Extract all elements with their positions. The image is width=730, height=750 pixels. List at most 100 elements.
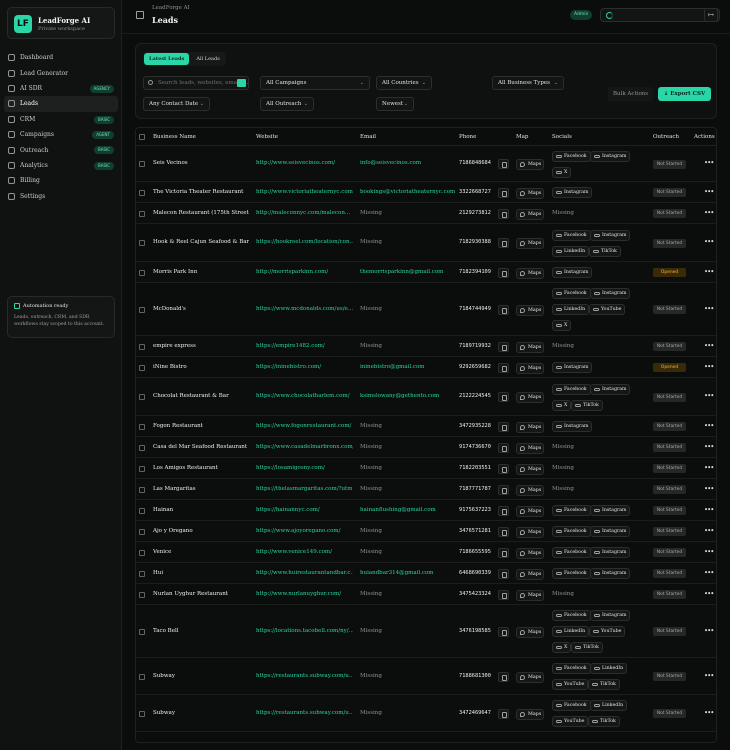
maps-button[interactable]: Maps: [516, 159, 544, 170]
table-row[interactable]: iNine Bistro https://ininebistro.com/inin…: [136, 357, 716, 378]
table-row[interactable]: empire express https://empire1482.com/Mis…: [136, 336, 716, 357]
social-chip-instagram[interactable]: Instagram: [590, 383, 631, 395]
more-actions-icon[interactable]: •••: [704, 506, 714, 514]
copy-phone-icon[interactable]: [498, 421, 509, 432]
social-chip-instagram[interactable]: Instagram: [552, 267, 593, 278]
copy-phone-icon[interactable]: [498, 362, 509, 373]
social-chip-x[interactable]: X: [552, 642, 572, 653]
website-link[interactable]: http://www.huirestaurantandbar.c...: [256, 570, 353, 576]
maps-button[interactable]: Maps: [516, 568, 544, 580]
row-checkbox[interactable]: [139, 306, 145, 313]
social-chip-youtube[interactable]: YouTube: [589, 626, 626, 637]
table-row[interactable]: Subway https://restaurants.subway.com/u..…: [136, 695, 716, 732]
copy-phone-icon[interactable]: [498, 238, 509, 248]
copy-phone-icon[interactable]: [498, 208, 509, 219]
copy-phone-icon[interactable]: [498, 267, 509, 278]
sidebar-item-leads[interactable]: Leads: [4, 96, 118, 112]
social-chip-facebook[interactable]: Facebook: [552, 700, 591, 711]
col-outreach[interactable]: Outreach: [653, 134, 679, 140]
maps-button[interactable]: Maps: [516, 362, 544, 374]
sidebar-item-settings[interactable]: Settings: [4, 189, 118, 204]
website-link[interactable]: https://hookreel.com/location/con...: [256, 239, 353, 245]
maps-button[interactable]: Maps: [516, 304, 544, 316]
sidebar-item-ai-sdr[interactable]: AI SDR AGENCY: [4, 81, 118, 96]
social-chip-linkedin[interactable]: LinkedIn: [552, 304, 590, 315]
table-row[interactable]: Venice http://www.venice149.com/Missing 71…: [136, 542, 716, 563]
search-input[interactable]: Search leads, websites, emails...: [143, 76, 249, 90]
country-select[interactable]: All Countries ⌄: [376, 76, 432, 90]
more-actions-icon[interactable]: •••: [704, 590, 714, 598]
social-chip-facebook[interactable]: Facebook: [552, 547, 591, 558]
more-actions-icon[interactable]: •••: [704, 627, 714, 635]
website-link[interactable]: http://www.victoriatheaternyc.com/: [256, 189, 353, 195]
row-checkbox[interactable]: [139, 343, 145, 350]
social-chip-facebook[interactable]: Facebook: [552, 526, 591, 537]
maps-button[interactable]: Maps: [516, 463, 544, 475]
sidebar-item-crm[interactable]: CRM BASIC: [4, 112, 118, 127]
more-actions-icon[interactable]: •••: [704, 443, 714, 451]
workspace-card[interactable]: LF LeadForge AI Private workspace: [7, 7, 115, 39]
table-row[interactable]: Casa del Mar Seafood Restaurant https://w…: [136, 437, 716, 458]
table-row[interactable]: Ajo y Oregano https://www.ajoyoregano.com…: [136, 521, 716, 542]
website-link[interactable]: https://empire1482.com/: [256, 343, 353, 349]
social-chip-youtube[interactable]: YouTube: [589, 304, 626, 315]
copy-phone-icon[interactable]: [498, 589, 509, 600]
social-chip-facebook[interactable]: Facebook: [552, 505, 591, 516]
more-actions-icon[interactable]: •••: [704, 527, 714, 535]
maps-button[interactable]: Maps: [516, 187, 544, 199]
row-checkbox[interactable]: [139, 549, 145, 556]
copy-phone-icon[interactable]: [498, 484, 509, 495]
export-csv-button[interactable]: ⤓ Export CSV: [658, 87, 711, 101]
social-chip-x[interactable]: X: [552, 399, 572, 411]
social-chip-instagram[interactable]: Instagram: [590, 229, 631, 241]
copy-phone-icon[interactable]: [498, 304, 509, 315]
more-actions-icon[interactable]: •••: [704, 238, 714, 246]
website-link[interactable]: https://www.mcdonalds.com/us/e...: [256, 306, 353, 312]
maps-button[interactable]: Maps: [516, 238, 544, 249]
social-chip-instagram[interactable]: Instagram: [590, 610, 631, 621]
col-email[interactable]: Email: [360, 134, 376, 140]
sidebar-item-lead-generator[interactable]: Lead Generator: [4, 65, 118, 80]
sort-select[interactable]: Newest ⌄: [376, 97, 414, 111]
row-checkbox[interactable]: [139, 423, 145, 430]
sidebar-item-outreach[interactable]: Outreach BASIC: [4, 142, 118, 157]
social-chip-tiktok[interactable]: TikTok: [571, 399, 603, 411]
copy-phone-icon[interactable]: [498, 463, 509, 474]
website-link[interactable]: https://www.chocolatharlem.com/: [256, 393, 353, 399]
maps-button[interactable]: Maps: [516, 708, 544, 720]
row-checkbox[interactable]: [139, 189, 145, 196]
table-row[interactable]: Chocolat Restaurant & Bar https://www.cho…: [136, 378, 716, 416]
social-chip-instagram[interactable]: Instagram: [552, 187, 593, 198]
row-checkbox[interactable]: [139, 394, 145, 400]
table-row[interactable]: Taco Bell https://locations.tacobell.com/…: [136, 605, 716, 658]
more-actions-icon[interactable]: •••: [704, 569, 714, 577]
social-chip-x[interactable]: X: [552, 166, 572, 178]
website-link[interactable]: https://restaurants.subway.com/u...: [256, 710, 353, 716]
row-checkbox[interactable]: [139, 210, 145, 217]
website-link[interactable]: http://www.seisvecinos.com/: [256, 160, 353, 166]
social-chip-instagram[interactable]: Instagram: [552, 421, 593, 432]
table-row[interactable]: Los Amigos Restaurant https://losamigosny…: [136, 458, 716, 479]
sidebar-toggle-icon[interactable]: [136, 11, 144, 19]
social-chip-instagram[interactable]: Instagram: [590, 505, 631, 516]
website-link[interactable]: http://www.venice149.com/: [256, 549, 353, 555]
website-link[interactable]: https://losamigosny.com/: [256, 465, 353, 471]
social-chip-facebook[interactable]: Facebook: [552, 383, 591, 395]
row-checkbox[interactable]: [139, 269, 145, 276]
social-chip-x[interactable]: X: [552, 320, 572, 331]
social-chip-instagram[interactable]: Instagram: [590, 288, 631, 299]
copy-phone-icon[interactable]: [498, 505, 509, 516]
sidebar-item-billing[interactable]: Billing: [4, 173, 118, 188]
social-chip-linkedin[interactable]: LinkedIn: [552, 245, 590, 257]
social-chip-youtube[interactable]: YouTube: [552, 679, 589, 690]
table-row[interactable]: Morris Park Inn http://morrisparkinn.com/…: [136, 262, 716, 283]
social-chip-linkedin[interactable]: LinkedIn: [552, 626, 590, 637]
website-link[interactable]: https://www.ajoyoregano.com/: [256, 528, 353, 534]
row-checkbox[interactable]: [139, 240, 145, 246]
copy-phone-icon[interactable]: [498, 392, 509, 402]
social-chip-tiktok[interactable]: TikTok: [588, 679, 620, 690]
maps-button[interactable]: Maps: [516, 589, 544, 601]
row-checkbox[interactable]: [139, 591, 145, 598]
maps-button[interactable]: Maps: [516, 626, 544, 638]
copy-phone-icon[interactable]: [498, 187, 509, 198]
